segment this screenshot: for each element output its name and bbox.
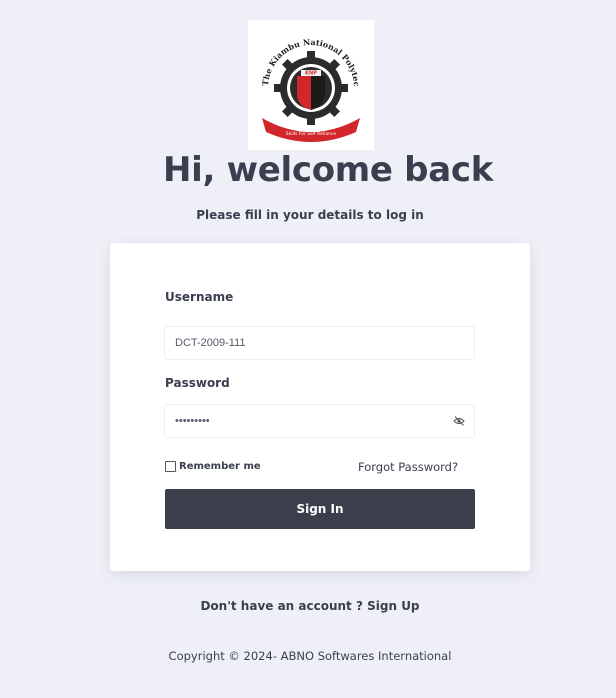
logo-emblem: The Kiambu National Polytechnic KNP <box>248 20 362 142</box>
sign-up-link[interactable]: Sign Up <box>367 599 419 613</box>
sign-in-button[interactable]: Sign In <box>165 489 475 529</box>
signup-prompt: Don't have an account ? Sign Up <box>0 599 616 613</box>
copyright-text: Copyright © 2024- ABNO Softwares Interna… <box>168 649 452 663</box>
remember-me-label: Remember me <box>179 461 261 472</box>
username-label: Username <box>165 290 234 304</box>
login-card: Username Password Remember me Forgot Pas… <box>110 243 530 571</box>
username-input[interactable] <box>165 327 445 359</box>
password-input[interactable] <box>165 405 445 437</box>
remember-me-checkbox[interactable]: Remember me <box>165 461 261 472</box>
forgot-password-link[interactable]: Forgot Password? <box>358 460 458 474</box>
eye-slash-icon[interactable] <box>453 415 465 427</box>
checkbox-box[interactable] <box>165 461 176 472</box>
page-subtitle: Please fill in your details to log in <box>196 208 424 222</box>
password-label: Password <box>165 376 230 390</box>
logo: The Kiambu National Polytechnic KNP <box>248 20 374 150</box>
page-title: Hi, welcome back <box>162 150 494 190</box>
logo-banner-text: Skills For Self Reliance <box>286 131 337 137</box>
password-field-wrapper <box>164 404 475 438</box>
signup-prefix-text: Don't have an account ? <box>200 599 363 613</box>
logo-center-text: KNP <box>305 71 317 77</box>
username-field-wrapper <box>164 326 475 360</box>
